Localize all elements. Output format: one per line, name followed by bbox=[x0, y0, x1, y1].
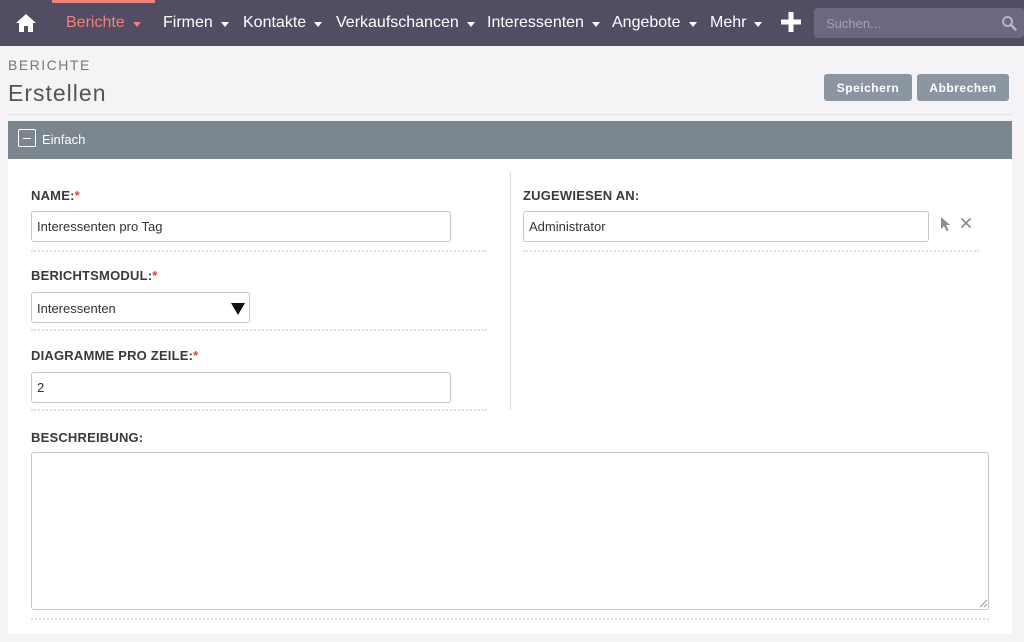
chevron-down-icon bbox=[754, 21, 763, 27]
field-separator bbox=[31, 250, 487, 252]
nav-item-interessenten[interactable]: Interessenten bbox=[487, 13, 600, 33]
chevron-down-icon bbox=[220, 21, 229, 27]
save-button[interactable]: Speichern bbox=[824, 74, 912, 101]
nav-label: Firmen bbox=[163, 14, 213, 31]
collapse-icon[interactable] bbox=[18, 129, 36, 147]
nav-label: Mehr bbox=[710, 14, 747, 31]
page-title: Erstellen bbox=[8, 80, 107, 106]
column-divider bbox=[510, 172, 511, 410]
required-mark: * bbox=[74, 188, 80, 203]
chevron-down-icon bbox=[466, 21, 475, 27]
nav-item-mehr[interactable]: Mehr bbox=[710, 13, 763, 33]
search-input[interactable] bbox=[814, 8, 994, 38]
panel-label: Einfach bbox=[42, 132, 86, 147]
resize-grip-icon[interactable] bbox=[978, 598, 988, 608]
report-module-label-text: BERICHTSMODUL: bbox=[31, 268, 153, 283]
report-module-value: Interessenten bbox=[37, 301, 116, 316]
chevron-down-icon bbox=[314, 21, 323, 27]
nav-item-berichte[interactable]: Berichte bbox=[66, 13, 141, 33]
header-divider bbox=[8, 114, 1012, 115]
panel-header-einfach[interactable]: Einfach bbox=[8, 121, 1012, 159]
nav-item-kontakte[interactable]: Kontakte bbox=[243, 13, 323, 33]
assigned-to-field[interactable] bbox=[523, 211, 929, 242]
description-label: BESCHREIBUNG: bbox=[31, 430, 144, 445]
nav-item-firmen[interactable]: Firmen bbox=[163, 13, 229, 33]
search-box bbox=[814, 8, 1024, 38]
nav-label: Berichte bbox=[66, 14, 125, 31]
charts-per-row-field[interactable] bbox=[31, 372, 451, 403]
name-label-text: NAME: bbox=[31, 188, 75, 203]
chevron-down-icon bbox=[688, 21, 697, 27]
assigned-to-label: ZUGEWIESEN AN: bbox=[523, 188, 640, 203]
required-mark: * bbox=[193, 348, 199, 363]
nav-label: Kontakte bbox=[243, 14, 307, 31]
clear-icon[interactable] bbox=[959, 216, 973, 230]
field-separator bbox=[31, 618, 989, 620]
top-navigation: Berichte Firmen Kontakte Verkaufschancen… bbox=[0, 0, 1024, 46]
cancel-button[interactable]: Abbrechen bbox=[917, 74, 1009, 101]
name-label: NAME:* bbox=[31, 188, 80, 203]
select-arrow-icon[interactable] bbox=[939, 216, 953, 232]
description-field[interactable] bbox=[31, 452, 989, 610]
search-icon[interactable] bbox=[1001, 15, 1017, 31]
active-nav-indicator bbox=[52, 0, 155, 3]
chevron-down-icon bbox=[132, 21, 141, 27]
module-title: BERICHTE bbox=[8, 57, 91, 73]
chevron-down-icon bbox=[591, 21, 600, 27]
nav-label: Verkaufschancen bbox=[336, 14, 459, 31]
name-field[interactable] bbox=[31, 211, 451, 242]
nav-item-angebote[interactable]: Angebote bbox=[612, 13, 697, 33]
nav-item-verkaufschancen[interactable]: Verkaufschancen bbox=[336, 13, 475, 33]
field-separator bbox=[523, 250, 979, 252]
required-mark: * bbox=[152, 268, 158, 283]
field-separator bbox=[31, 329, 487, 331]
charts-per-row-label: DIAGRAMME PRO ZEILE:* bbox=[31, 348, 198, 363]
home-icon[interactable] bbox=[14, 11, 38, 35]
dropdown-arrow-icon bbox=[231, 303, 245, 315]
charts-per-row-label-text: DIAGRAMME PRO ZEILE: bbox=[31, 348, 194, 363]
nav-label: Angebote bbox=[612, 14, 681, 31]
report-module-label: BERICHTSMODUL:* bbox=[31, 268, 158, 283]
plus-icon[interactable] bbox=[780, 11, 802, 33]
report-module-select[interactable]: Interessenten bbox=[31, 292, 250, 323]
field-separator bbox=[31, 409, 487, 411]
nav-label: Interessenten bbox=[487, 14, 584, 31]
